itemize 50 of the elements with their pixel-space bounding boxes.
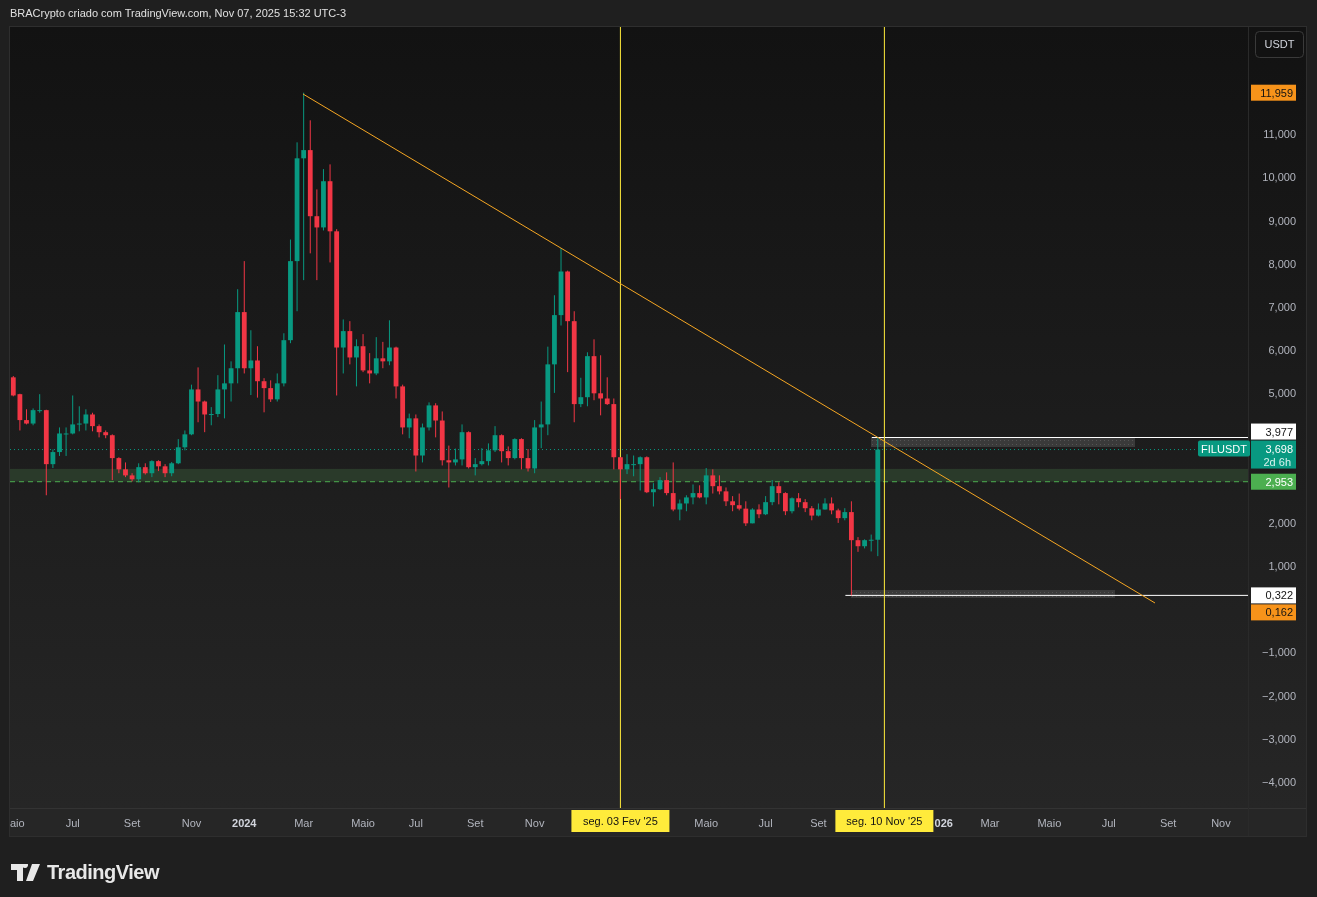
- logo-icon: [11, 863, 41, 881]
- time-tick: Set: [467, 817, 484, 829]
- x-tick-label: seg. 10 Nov '25: [846, 815, 923, 827]
- date-label: seg. 03 Fev '25: [571, 810, 670, 832]
- price-tick: −1,000: [1262, 646, 1296, 659]
- price-label: 3,698 2d 6h: [1251, 440, 1296, 469]
- vertical-line[interactable]: [883, 27, 885, 809]
- time-tick: Nov: [181, 817, 202, 829]
- price-tick: −4,000: [1262, 776, 1296, 789]
- currency-button[interactable]: USDT: [1255, 31, 1304, 58]
- price-tick: 10,000: [1262, 171, 1296, 184]
- time-tick: Set: [123, 817, 141, 829]
- price-tick: −2,000: [1262, 689, 1296, 702]
- ref-line-label: 0,322: [1265, 589, 1293, 602]
- price-tick: 2,000: [1268, 516, 1296, 529]
- chart-caption: BRACrypto criado com TradingView.com, Nov 07, 2025 15:32 UTC-3: [10, 5, 347, 21]
- price-tick: 11,000: [1263, 128, 1296, 141]
- time-tick: 2024: [232, 817, 257, 829]
- ref-line-label: 2,953: [1265, 475, 1293, 488]
- price-tick: 9,000: [1268, 214, 1296, 227]
- time-tick: Mar: [294, 817, 314, 829]
- price-tick: 8,000: [1268, 257, 1296, 270]
- price-tick: 6,000: [1268, 344, 1296, 357]
- ref-line-label: 3,698: [1265, 442, 1293, 455]
- time-tick: Jul: [65, 817, 80, 829]
- price-label: 0,322: [1251, 587, 1296, 604]
- time-tick: Maio: [351, 817, 375, 829]
- x-tick-label: seg. 03 Fev '25: [582, 815, 658, 827]
- price-label: 0,162: [1251, 604, 1296, 621]
- time-tick: Nov: [524, 817, 545, 829]
- price-tick: 5,000: [1268, 387, 1296, 400]
- time-tick: Maio: [1037, 817, 1062, 829]
- price-line[interactable]: [10, 481, 1249, 483]
- time-tick: Nov: [1211, 817, 1231, 829]
- time-tick: Maio: [694, 817, 719, 829]
- price-tick: −3,000: [1262, 732, 1296, 745]
- price-tick: 7,000: [1268, 300, 1296, 313]
- time-tick: Set: [1159, 817, 1177, 829]
- date-label: seg. 10 Nov '25: [835, 810, 934, 832]
- vertical-line[interactable]: [619, 27, 621, 809]
- time-tick: Jul: [1101, 817, 1116, 829]
- time-tick: 026: [934, 817, 953, 829]
- time-tick: Jul: [758, 817, 773, 829]
- ref-line-label: 3,977: [1265, 425, 1293, 438]
- price-tick: 1,000: [1268, 560, 1296, 573]
- brand-logo: TradingView: [47, 860, 159, 885]
- time-tick: Mar: [980, 817, 1000, 829]
- time-tick: aio: [10, 817, 25, 829]
- time-tick: Set: [810, 817, 827, 829]
- time-tick: Jul: [408, 817, 423, 829]
